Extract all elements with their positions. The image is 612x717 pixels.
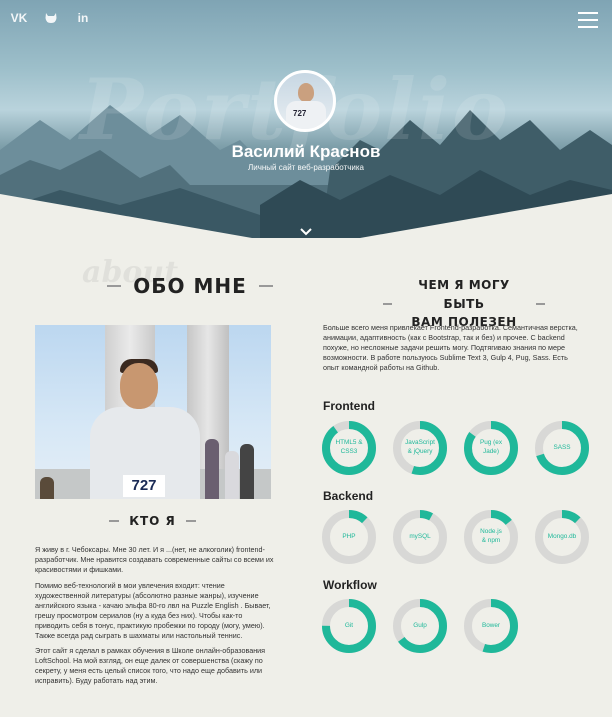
- skill-label: SASS: [534, 420, 590, 476]
- skill-label-line: Mongo.db: [547, 532, 577, 540]
- useful-text: Больше всего меня привлекает Frontend-ра…: [323, 323, 578, 372]
- title-dash: [185, 520, 196, 522]
- skill-circle: SASS: [534, 420, 590, 476]
- skill-label-line: CSS3: [340, 448, 358, 455]
- about-title: ОБО МНЕ: [90, 274, 290, 298]
- title-dash: [535, 302, 546, 305]
- skill-label-line: PHP: [342, 532, 356, 540]
- skill-label: PHP: [321, 509, 377, 565]
- skill-label-line: Git: [344, 621, 354, 629]
- about-text: Я живу в г. Чебоксары. Мне 30 лет. И я .…: [35, 545, 275, 692]
- skill-label-line: & npm: [481, 537, 501, 544]
- skill-circle: mySQL: [392, 509, 448, 565]
- who-title: КТО Я: [105, 514, 200, 528]
- about-paragraph: Помимо веб-технологий в мои увлечения вх…: [35, 580, 271, 640]
- skill-row-frontend: HTML5 & CSS3 JavaScript & jQuery Pug (ex Jade…: [321, 420, 590, 476]
- useful-heading-line1: ЧЕМ Я МОГУ БЫТЬ: [418, 278, 510, 311]
- about-paragraph: Я живу в г. Чебоксары. Мне 30 лет. И я .…: [35, 545, 274, 574]
- title-dash: [107, 285, 122, 287]
- about-paragraph: Этот сайт я сделал в рамках обучения в Ш…: [35, 646, 266, 686]
- skill-circle: Node.js & npm: [463, 509, 519, 565]
- about-heading: ОБО МНЕ: [133, 274, 247, 298]
- skill-label-line: Gulp: [413, 621, 427, 629]
- skill-circle: Gulp: [392, 598, 448, 654]
- photo-bib-number: 727: [123, 475, 165, 497]
- skill-label-line: & jQuery: [407, 448, 433, 455]
- skill-circle: Bower: [463, 598, 519, 654]
- skill-circle: PHP: [321, 509, 377, 565]
- skill-label: Git: [321, 598, 377, 654]
- who-heading: КТО Я: [129, 514, 176, 528]
- linkedin-icon[interactable]: in: [74, 10, 92, 26]
- hero-subtitle: Личный сайт веб-разработчика: [248, 163, 364, 172]
- skill-label-line: HTML5 &: [335, 439, 363, 447]
- skill-label: JavaScript & jQuery: [392, 420, 448, 476]
- skill-row-backend: PHP mySQL Node.js & npm Mongo.db: [321, 509, 590, 565]
- social-links: VK in: [10, 10, 92, 26]
- skill-label-line: SASS: [553, 443, 571, 451]
- skill-label-line: Jade): [483, 448, 499, 455]
- avatar-bib-number: 727: [293, 109, 307, 118]
- skill-circle: HTML5 & CSS3: [321, 420, 377, 476]
- skill-label-line: Pug (ex: [479, 439, 503, 447]
- hamburger-menu-icon[interactable]: [578, 12, 598, 28]
- skill-label: Pug (ex Jade): [463, 420, 519, 476]
- github-icon[interactable]: [42, 10, 60, 26]
- avatar: 727: [274, 70, 336, 132]
- hero-name: Василий Краснов: [231, 142, 381, 161]
- skill-label: Mongo.db: [534, 509, 590, 565]
- skill-label-line: Node.js: [480, 528, 502, 536]
- skill-label-line: mySQL: [409, 532, 431, 540]
- scroll-down-chevron-icon[interactable]: [298, 227, 314, 239]
- skill-circle: Pug (ex Jade): [463, 420, 519, 476]
- skill-label: mySQL: [392, 509, 448, 565]
- skill-label-line: JavaScript: [405, 439, 435, 447]
- skill-circle: Git: [321, 598, 377, 654]
- title-dash: [258, 285, 273, 287]
- title-dash: [109, 520, 120, 522]
- profile-photo: 727: [35, 325, 271, 499]
- skill-group-title-backend: Backend: [323, 489, 374, 503]
- skill-row-workflow: Git Gulp Bower: [321, 598, 519, 654]
- vk-icon[interactable]: VK: [10, 10, 28, 26]
- skill-label: Node.js & npm: [463, 509, 519, 565]
- hero-section: Portfolio VK in 727 Василий Краснов Личн…: [0, 0, 612, 244]
- skill-circle: Mongo.db: [534, 509, 590, 565]
- skill-group-title-workflow: Workflow: [323, 578, 377, 592]
- skill-label: Bower: [463, 598, 519, 654]
- skill-group-title-frontend: Frontend: [323, 399, 375, 413]
- title-dash: [383, 302, 393, 305]
- skill-circle: JavaScript & jQuery: [392, 420, 448, 476]
- skill-label: HTML5 & CSS3: [321, 420, 377, 476]
- skill-label-line: Bower: [481, 621, 501, 629]
- skill-label: Gulp: [392, 598, 448, 654]
